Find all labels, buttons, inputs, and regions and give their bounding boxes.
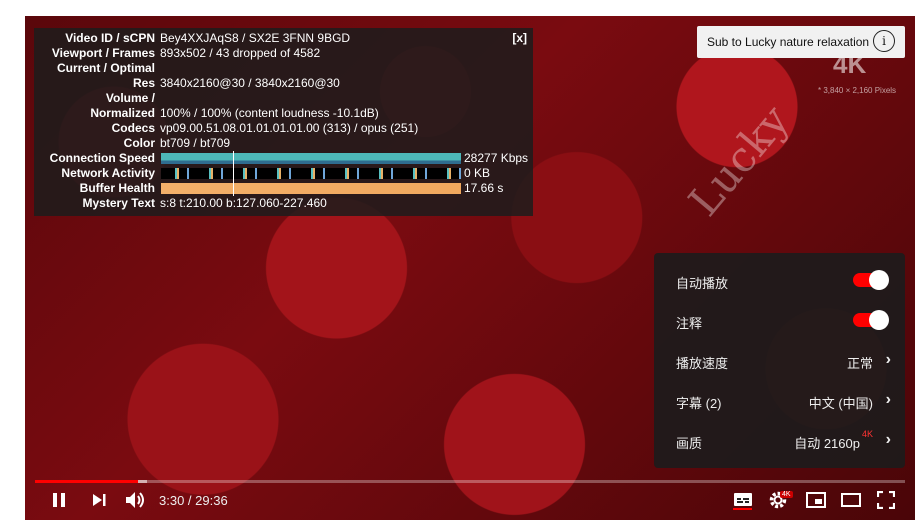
- video-4k-caption: * 3,840 × 2,160 Pixels: [818, 86, 897, 95]
- subtitles-icon[interactable]: [733, 492, 753, 507]
- progress-bar[interactable]: [35, 480, 905, 483]
- subscribe-card[interactable]: Sub to Lucky nature relaxation i: [697, 26, 905, 58]
- fullscreen-icon[interactable]: [877, 491, 895, 509]
- stats-row: Volume /: [34, 91, 533, 106]
- stats-row: Res 3840x2160@30 / 3840x2160@30: [34, 76, 533, 91]
- chevron-right-icon: ›: [885, 431, 891, 448]
- stats-value: 893x502 / 43 dropped of 4582: [160, 46, 321, 60]
- toggle-knob: [869, 270, 889, 290]
- menu-item-value: 自动 2160p4K: [794, 429, 873, 452]
- info-icon[interactable]: i: [873, 30, 895, 52]
- stats-row: Current / Optimal: [34, 61, 533, 76]
- quality-value: 自动 2160p: [794, 436, 860, 451]
- stats-label: Current / Optimal: [56, 61, 155, 75]
- chevron-right-icon: ›: [885, 351, 891, 368]
- stats-label: Mystery Text: [82, 196, 155, 210]
- stats-label: Buffer Health: [79, 181, 155, 195]
- stats-row: Codecs vp09.00.51.08.01.01.01.01.00 (313…: [34, 121, 533, 136]
- menu-item-label: 画质: [676, 436, 703, 451]
- stats-value: s:8 t:210.00 b:127.060-227.460: [160, 196, 327, 210]
- chevron-right-icon: ›: [885, 391, 891, 408]
- stats-value: 100% / 100% (content loudness -10.1dB): [160, 106, 379, 120]
- menu-item-label: 自动播放: [676, 276, 729, 291]
- buffer-health-graph: [161, 181, 461, 196]
- stats-row: Video ID / sCPN Bey4XXJAqS8 / SX2E 3FNN …: [34, 31, 533, 46]
- settings-menu: 自动播放 注释 播放速度 正常 › 字幕 (2) 中文 (中国) › 画质 自动…: [654, 253, 905, 468]
- stats-label: Connection Speed: [49, 151, 155, 165]
- stats-label: Normalized: [90, 106, 155, 120]
- stats-row: Mystery Text s:8 t:210.00 b:127.060-227.…: [34, 196, 533, 211]
- annotations-toggle[interactable]: [853, 310, 889, 330]
- stats-label: Res: [132, 76, 155, 90]
- stats-row: Color bt709 / bt709: [34, 136, 533, 151]
- menu-item-autoplay[interactable]: 自动播放: [654, 261, 905, 301]
- menu-item-label: 播放速度: [676, 356, 729, 371]
- menu-item-label: 字幕 (2): [676, 396, 722, 411]
- stats-row: Network Activity 0 KB: [34, 166, 533, 181]
- miniplayer-icon[interactable]: [806, 492, 826, 508]
- stats-row: Normalized 100% / 100% (content loudness…: [34, 106, 533, 121]
- toggle-knob: [869, 310, 889, 330]
- connection-speed-graph: [161, 151, 461, 166]
- quality-4k-badge: 4K: [861, 428, 873, 439]
- subscribe-card-label[interactable]: Sub to Lucky nature relaxation: [707, 35, 869, 49]
- stats-label: Color: [123, 136, 155, 150]
- time-total: 29:36: [195, 493, 228, 508]
- subtitles-active-indicator: [733, 508, 752, 510]
- time-current: 3:30: [159, 493, 185, 508]
- stats-label: Video ID / sCPN: [65, 31, 155, 45]
- menu-item-subtitles[interactable]: 字幕 (2) 中文 (中国) ›: [654, 381, 905, 421]
- stats-value: vp09.00.51.08.01.01.01.01.00 (313) / opu…: [160, 121, 419, 135]
- settings-4k-badge: 4K: [780, 491, 793, 498]
- menu-item-playback-speed[interactable]: 播放速度 正常 ›: [654, 341, 905, 381]
- stats-label: Viewport / Frames: [51, 46, 155, 60]
- menu-item-annotations[interactable]: 注释: [654, 301, 905, 341]
- stats-label: Volume /: [105, 91, 155, 105]
- next-icon[interactable]: [91, 492, 107, 508]
- stats-row: Buffer Health 17.66 s: [34, 181, 533, 196]
- volume-icon[interactable]: [125, 490, 147, 510]
- stats-value: 3840x2160@30 / 3840x2160@30: [160, 76, 340, 90]
- stats-row: Connection Speed 28277 Kbps: [34, 151, 533, 166]
- stats-value: 0 KB: [464, 166, 491, 180]
- video-watermark-text: Lucky: [679, 95, 799, 226]
- time-separator: /: [184, 493, 196, 508]
- stats-value: bt709 / bt709: [160, 136, 231, 150]
- stats-for-nerds-panel: [x] Video ID / sCPN Bey4XXJAqS8 / SX2E 3…: [34, 28, 533, 216]
- stats-value: Bey4XXJAqS8 / SX2E 3FNN 9BGD: [160, 31, 351, 45]
- pause-icon[interactable]: [50, 491, 68, 509]
- menu-item-value: 正常: [846, 356, 873, 371]
- stats-label: Codecs: [111, 121, 155, 135]
- autoplay-toggle[interactable]: [853, 270, 889, 290]
- stats-label: Network Activity: [61, 166, 155, 180]
- menu-item-value: 中文 (中国): [808, 396, 873, 411]
- stats-value: 28277 Kbps: [464, 151, 529, 165]
- time-display: 3:30 / 29:36: [159, 493, 228, 508]
- menu-item-quality[interactable]: 画质 自动 2160p4K ›: [654, 421, 905, 461]
- stats-value: 17.66 s: [464, 181, 504, 195]
- network-activity-graph: [161, 166, 461, 181]
- stats-row: Viewport / Frames 893x502 / 43 dropped o…: [34, 46, 533, 61]
- progress-played: [35, 480, 138, 483]
- theater-mode-icon[interactable]: [841, 493, 861, 507]
- menu-item-label: 注释: [676, 316, 703, 331]
